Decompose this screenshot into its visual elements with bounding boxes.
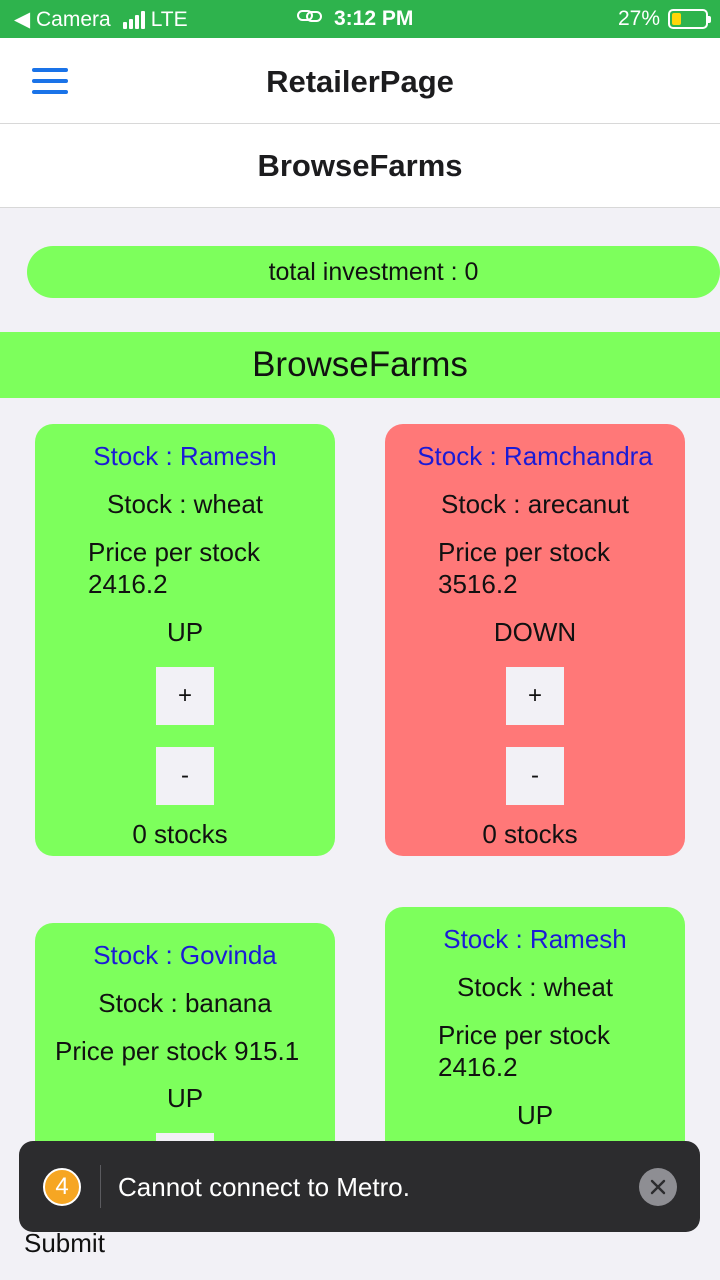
total-investment-badge: total investment : 0 xyxy=(27,246,720,298)
increase-stock-button[interactable]: + xyxy=(506,667,564,725)
crop-name: Stock : arecanut xyxy=(441,489,629,519)
network-type: LTE xyxy=(150,7,188,31)
farmer-name: Stock : Ramesh xyxy=(443,924,627,954)
status-center: 3:12 PM xyxy=(296,7,413,31)
battery-percent: 27% xyxy=(617,7,660,30)
toast-divider xyxy=(100,1165,101,1208)
section-title: BrowseFarms xyxy=(0,332,720,398)
sub-header: BrowseFarms xyxy=(0,124,720,208)
submit-button[interactable]: Submit xyxy=(24,1228,105,1259)
trend-label: DOWN xyxy=(493,617,577,647)
app-header: RetailerPage xyxy=(0,38,720,124)
price-per-stock: Price per stock 3516.2 xyxy=(438,537,610,599)
warning-count-badge: 4 xyxy=(43,1168,81,1206)
farmer-name: Stock : Ramchandra xyxy=(417,441,653,471)
crop-name: Stock : wheat xyxy=(106,489,264,519)
stock-card: Stock : Ramchandra Stock : arecanut Pric… xyxy=(385,424,685,856)
clock: 3:12 PM xyxy=(334,7,414,30)
increase-stock-button[interactable]: + xyxy=(156,667,214,725)
status-right: 27% xyxy=(617,7,711,31)
price-per-stock: Price per stock 915.1 xyxy=(55,1036,300,1066)
trend-label: UP xyxy=(166,617,204,647)
status-bar: ◀ Camera LTE 3:12 PM 27% xyxy=(0,0,720,38)
stock-card: Stock : Ramesh Stock : wheat Price per s… xyxy=(35,424,335,856)
farmer-name: Stock : Ramesh xyxy=(93,441,277,471)
decrease-stock-button[interactable]: - xyxy=(156,747,214,805)
status-left: ◀ Camera LTE xyxy=(14,7,188,32)
stock-count: 0 stocks xyxy=(132,819,228,849)
app-screen: ◀ Camera LTE 3:12 PM 27% RetailerPage Br… xyxy=(0,0,720,1280)
crop-name: Stock : wheat xyxy=(456,972,614,1002)
stock-count: 0 stocks xyxy=(482,819,578,849)
crop-name: Stock : banana xyxy=(98,988,272,1018)
trend-label: UP xyxy=(516,1100,554,1130)
battery-icon xyxy=(668,9,711,29)
close-icon[interactable] xyxy=(639,1168,677,1206)
error-toast[interactable]: 4 Cannot connect to Metro. xyxy=(19,1141,700,1232)
trend-label: UP xyxy=(166,1083,204,1113)
farmer-name: Stock : Govinda xyxy=(93,940,277,970)
price-per-stock: Price per stock 2416.2 xyxy=(88,537,260,599)
decrease-stock-button[interactable]: - xyxy=(506,747,564,805)
page-title: RetailerPage xyxy=(266,64,454,99)
cellular-signal-icon xyxy=(122,10,145,29)
sub-header-title: BrowseFarms xyxy=(257,148,463,183)
price-per-stock: Price per stock 2416.2 xyxy=(438,1020,610,1082)
toast-message: Cannot connect to Metro. xyxy=(118,1172,410,1202)
link-icon xyxy=(296,7,324,31)
back-to-app-link[interactable]: ◀ Camera xyxy=(14,7,111,32)
